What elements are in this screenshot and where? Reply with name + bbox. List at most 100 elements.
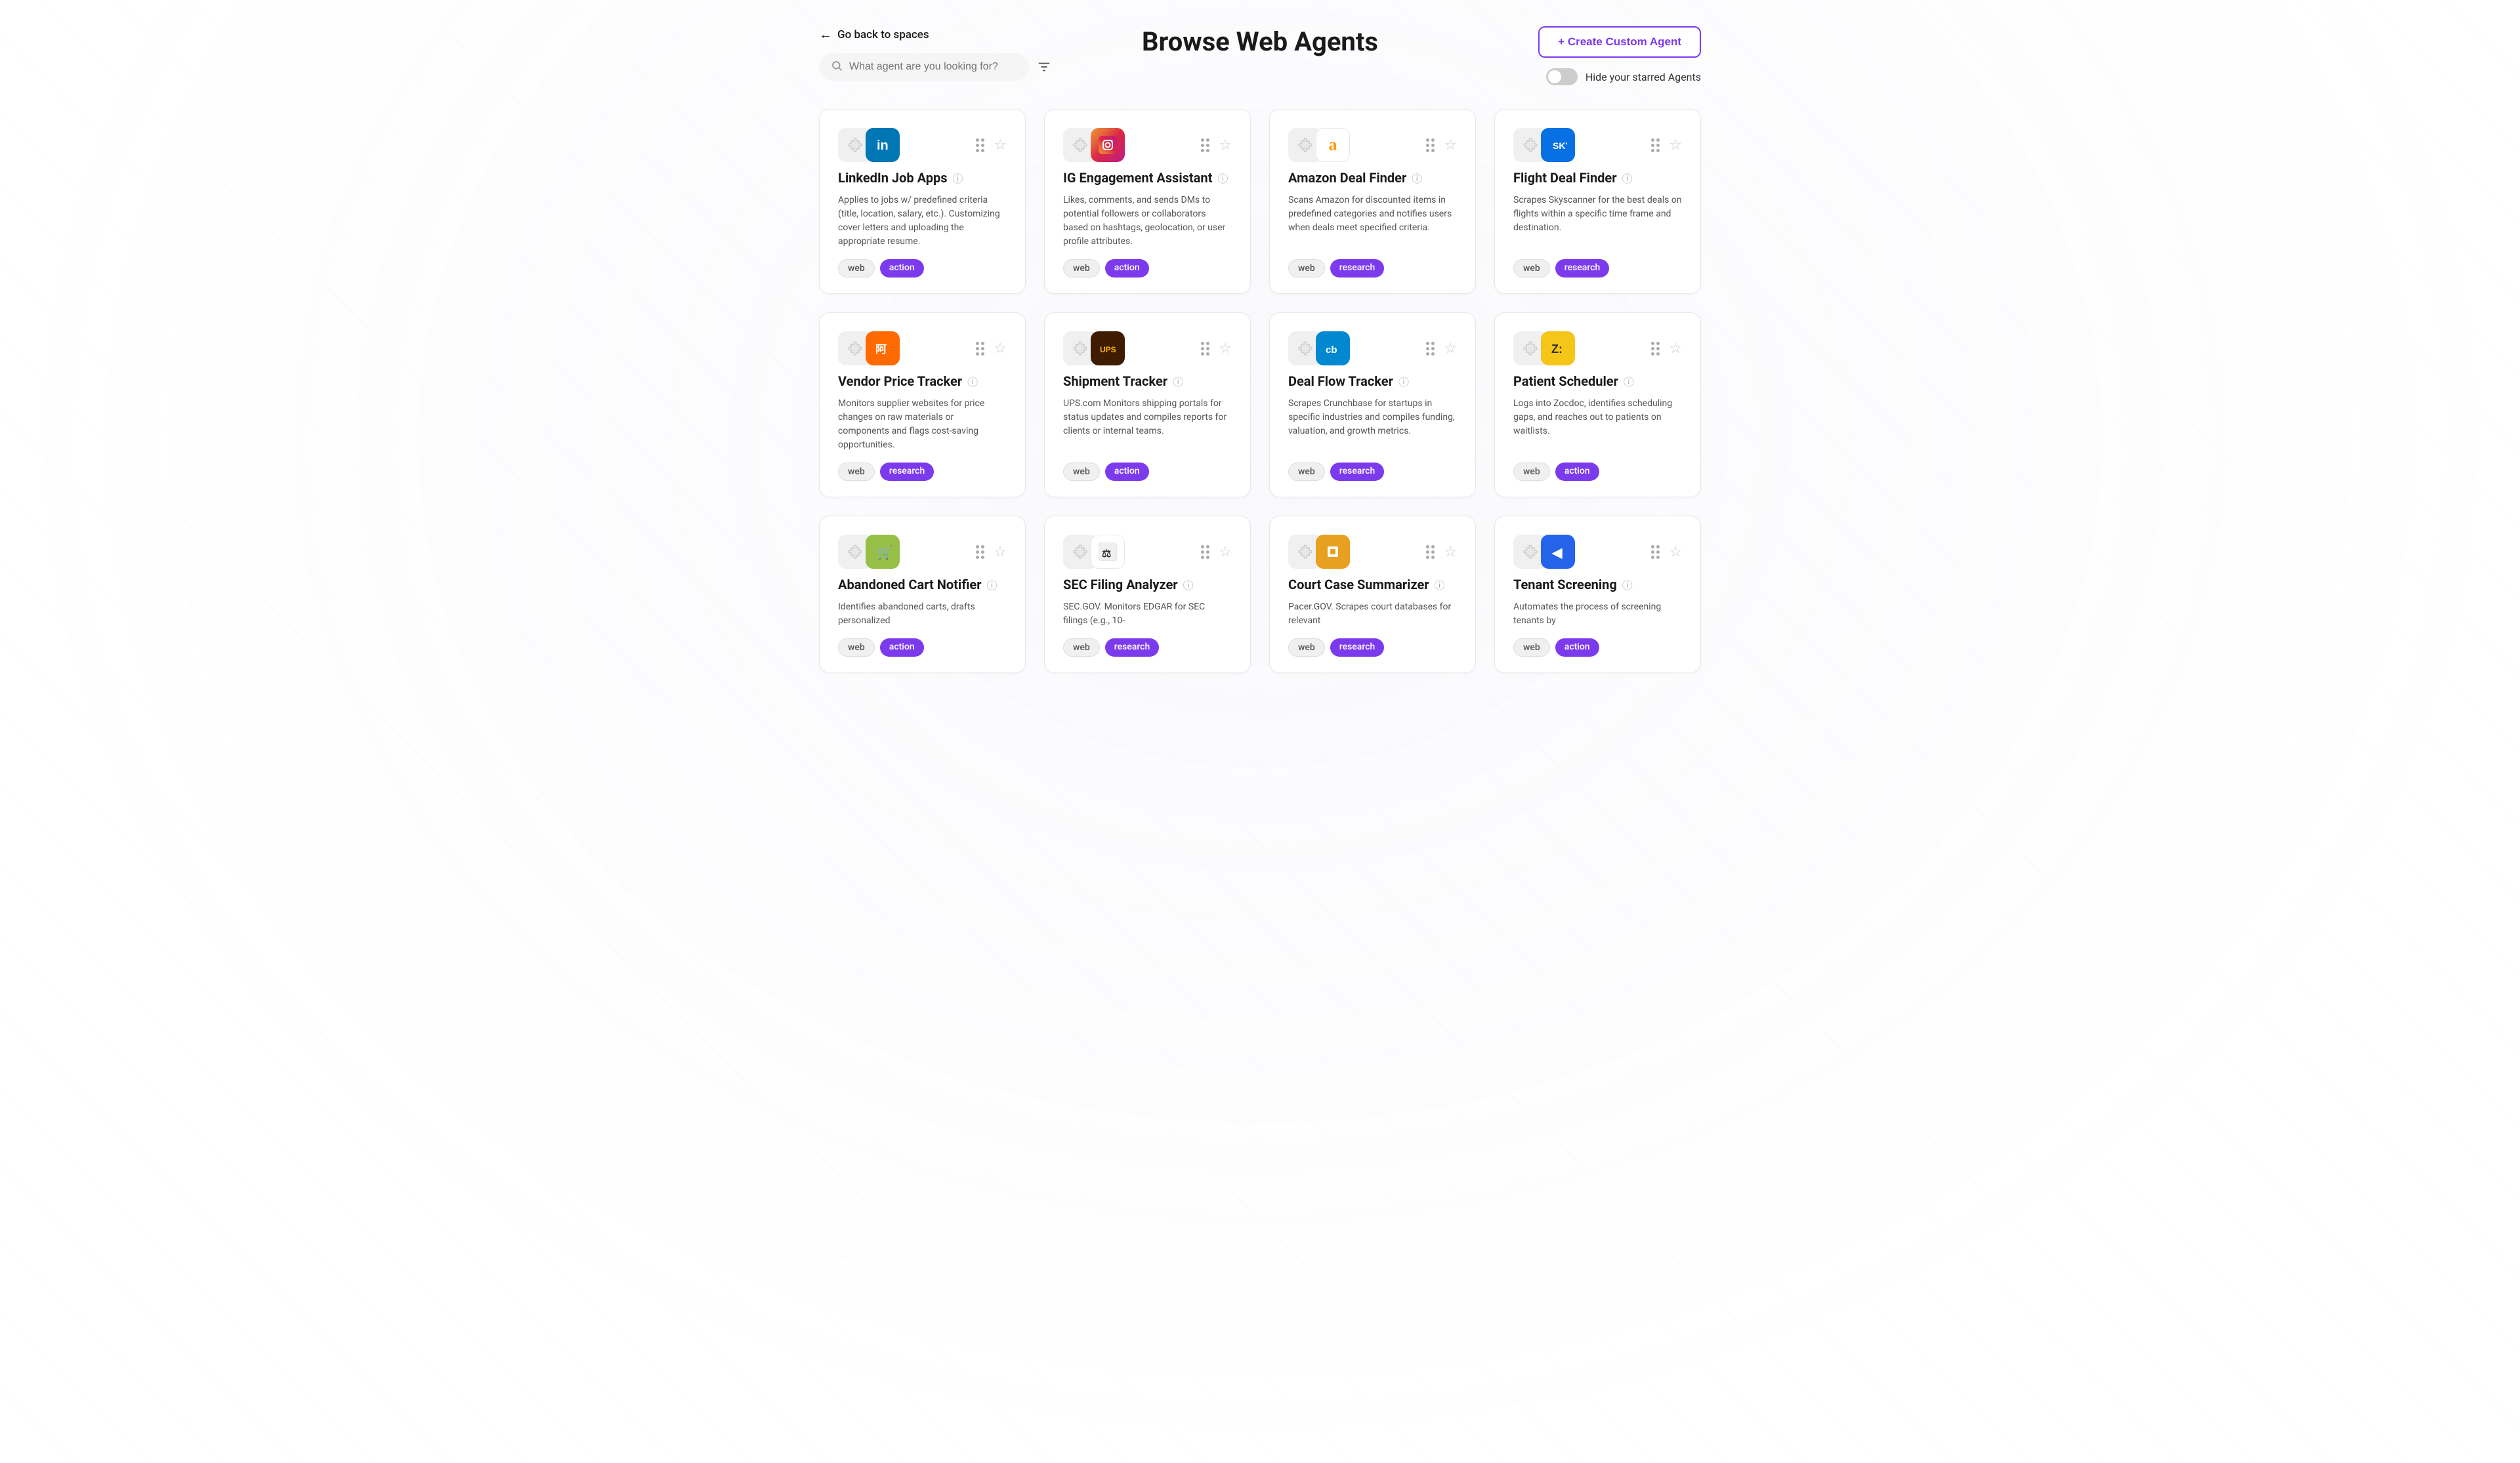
more-options-icon[interactable]: [1201, 138, 1209, 152]
tag-action: action: [1555, 463, 1599, 481]
star-icon[interactable]: ☆: [994, 137, 1007, 154]
star-icon[interactable]: ☆: [1444, 340, 1457, 357]
back-arrow-icon: ←: [819, 26, 832, 43]
tag-web: web: [1063, 638, 1100, 657]
back-to-spaces-link[interactable]: ← Go back to spaces: [819, 26, 1051, 43]
more-options-icon[interactable]: [1201, 342, 1209, 356]
info-icon[interactable]: ⓘ: [967, 373, 978, 389]
agent-tags: webresearch: [838, 463, 1007, 481]
brand-icon-tenant-screening: ◀: [1541, 535, 1575, 569]
star-icon[interactable]: ☆: [1219, 544, 1232, 560]
tag-research: research: [880, 463, 934, 481]
info-icon[interactable]: ⓘ: [987, 577, 998, 592]
agent-tags: web research: [1513, 259, 1682, 278]
more-options-icon[interactable]: [1426, 138, 1435, 152]
brand-icon-linkedin-job-apps: in: [866, 128, 900, 162]
more-options-icon[interactable]: [1651, 138, 1660, 152]
star-icon[interactable]: ☆: [1444, 544, 1457, 560]
brand-icon-ig-engagement: [1091, 128, 1125, 162]
svg-text:阿: 阿: [875, 343, 887, 356]
tag-research: research: [1555, 259, 1609, 278]
star-icon[interactable]: ☆: [994, 544, 1007, 560]
info-icon[interactable]: ⓘ: [1398, 373, 1409, 389]
more-options-icon[interactable]: [976, 138, 984, 152]
agent-card-linkedin-job-apps[interactable]: in ☆ LinkedIn Job Apps ⓘ Applies to jobs…: [819, 109, 1026, 294]
back-label: Go back to spaces: [837, 28, 929, 41]
more-options-icon[interactable]: [1426, 342, 1435, 356]
star-icon[interactable]: ☆: [1444, 137, 1457, 154]
tag-action: action: [880, 259, 924, 278]
agent-tags: web action: [1513, 638, 1682, 657]
agent-card-deal-flow-tracker[interactable]: cb ☆ Deal Flow Tracker ⓘ Scrapes Crunchb…: [1269, 312, 1476, 497]
search-bar: [819, 53, 1029, 81]
tag-web: web: [1513, 259, 1550, 278]
agent-description: Pacer.GOV. Scrapes court databases for r…: [1288, 600, 1457, 628]
agent-card-court-case-summarizer[interactable]: ☆ Court Case Summarizer ⓘ Pacer.GOV. Scr…: [1269, 516, 1476, 673]
agent-card-ig-engagement[interactable]: ☆ IG Engagement Assistant ⓘ Likes, comme…: [1044, 109, 1251, 294]
create-custom-agent-button[interactable]: + Create Custom Agent: [1538, 26, 1701, 58]
info-icon[interactable]: ⓘ: [1412, 170, 1422, 186]
tag-web: web: [1513, 463, 1550, 481]
search-input[interactable]: [849, 61, 1017, 73]
hide-starred-toggle[interactable]: [1546, 68, 1578, 85]
brand-icon-flight-deal-finder: SKY: [1541, 128, 1575, 162]
brand-icon-amazon-deal-finder: a: [1316, 128, 1350, 162]
agent-description: Scrapes Skyscanner for the best deals on…: [1513, 194, 1682, 249]
tag-web: web: [838, 638, 875, 657]
tag-action: action: [1105, 463, 1149, 481]
info-icon[interactable]: ⓘ: [1622, 170, 1633, 186]
info-icon[interactable]: ⓘ: [1183, 577, 1194, 592]
agent-card-shipment-tracker[interactable]: UPS ☆ Shipment Tracker ⓘ UPS.com Monitor…: [1044, 312, 1251, 497]
more-options-icon[interactable]: [1651, 342, 1660, 356]
agent-title: Vendor Price Tracker ⓘ: [838, 373, 1007, 389]
info-icon[interactable]: ⓘ: [1622, 577, 1633, 592]
agent-title: Abandoned Cart Notifier ⓘ: [838, 577, 1007, 592]
tag-web: web: [1063, 463, 1100, 481]
info-icon[interactable]: ⓘ: [1624, 373, 1634, 389]
agent-tags: web research: [1063, 638, 1232, 657]
star-icon[interactable]: ☆: [1669, 544, 1682, 560]
more-options-icon[interactable]: [976, 545, 984, 559]
star-icon[interactable]: ☆: [994, 340, 1007, 357]
agent-card-patient-scheduler[interactable]: Z: ☆ Patient Scheduler ⓘ Logs into Zocdo…: [1494, 312, 1701, 497]
star-icon[interactable]: ☆: [1219, 340, 1232, 357]
agent-card-sec-filing-analyzer[interactable]: ⚖ ☆ SEC Filing Analyzer ⓘ SEC.GOV. Monit…: [1044, 516, 1251, 673]
star-icon[interactable]: ☆: [1219, 137, 1232, 154]
info-icon[interactable]: ⓘ: [1217, 170, 1228, 186]
agent-title: Amazon Deal Finder ⓘ: [1288, 170, 1457, 186]
agent-card-tenant-screening[interactable]: ◀ ☆ Tenant Screening ⓘ Automates the pro…: [1494, 516, 1701, 673]
tag-web: web: [1288, 463, 1325, 481]
more-options-icon[interactable]: [1426, 545, 1435, 559]
tag-research: research: [1105, 638, 1159, 657]
brand-icon-patient-scheduler: Z:: [1541, 331, 1575, 365]
agent-card-vendor-price-tracker[interactable]: 阿 ☆ Vendor Price Tracker ⓘ Monitors supp…: [819, 312, 1026, 497]
svg-text:◀: ◀: [1551, 545, 1563, 560]
agent-description: Automates the process of screening tenan…: [1513, 600, 1682, 628]
more-options-icon[interactable]: [1651, 545, 1660, 559]
info-icon[interactable]: ⓘ: [952, 170, 963, 186]
page-title: Browse Web Agents: [1142, 26, 1378, 57]
info-icon[interactable]: ⓘ: [1173, 373, 1183, 389]
agent-title: Patient Scheduler ⓘ: [1513, 373, 1682, 389]
agent-description: Logs into Zocdoc, identifies scheduling …: [1513, 397, 1682, 452]
tag-web: web: [1513, 638, 1550, 657]
filter-icon[interactable]: [1037, 60, 1051, 74]
agent-card-abandoned-cart-notifier[interactable]: 🛒 ☆ Abandoned Cart Notifier ⓘ Identifies…: [819, 516, 1026, 673]
agent-card-flight-deal-finder[interactable]: SKY ☆ Flight Deal Finder ⓘ Scrapes Skysc…: [1494, 109, 1701, 294]
agent-title: Deal Flow Tracker ⓘ: [1288, 373, 1457, 389]
info-icon[interactable]: ⓘ: [1435, 577, 1445, 592]
agents-grid: in ☆ LinkedIn Job Apps ⓘ Applies to jobs…: [819, 109, 1701, 673]
agent-tags: webaction: [838, 259, 1007, 278]
agent-card-amazon-deal-finder[interactable]: a ☆ Amazon Deal Finder ⓘ Scans Amazon fo…: [1269, 109, 1476, 294]
more-options-icon[interactable]: [976, 342, 984, 356]
agent-title: Tenant Screening ⓘ: [1513, 577, 1682, 592]
agent-title: Shipment Tracker ⓘ: [1063, 373, 1232, 389]
more-options-icon[interactable]: [1201, 545, 1209, 559]
tag-action: action: [1555, 638, 1599, 657]
svg-text:Z:: Z:: [1551, 342, 1563, 356]
tag-action: action: [1105, 259, 1149, 278]
star-icon[interactable]: ☆: [1669, 137, 1682, 154]
star-icon[interactable]: ☆: [1669, 340, 1682, 357]
search-icon: [831, 60, 843, 74]
svg-text:⚖: ⚖: [1102, 547, 1111, 560]
